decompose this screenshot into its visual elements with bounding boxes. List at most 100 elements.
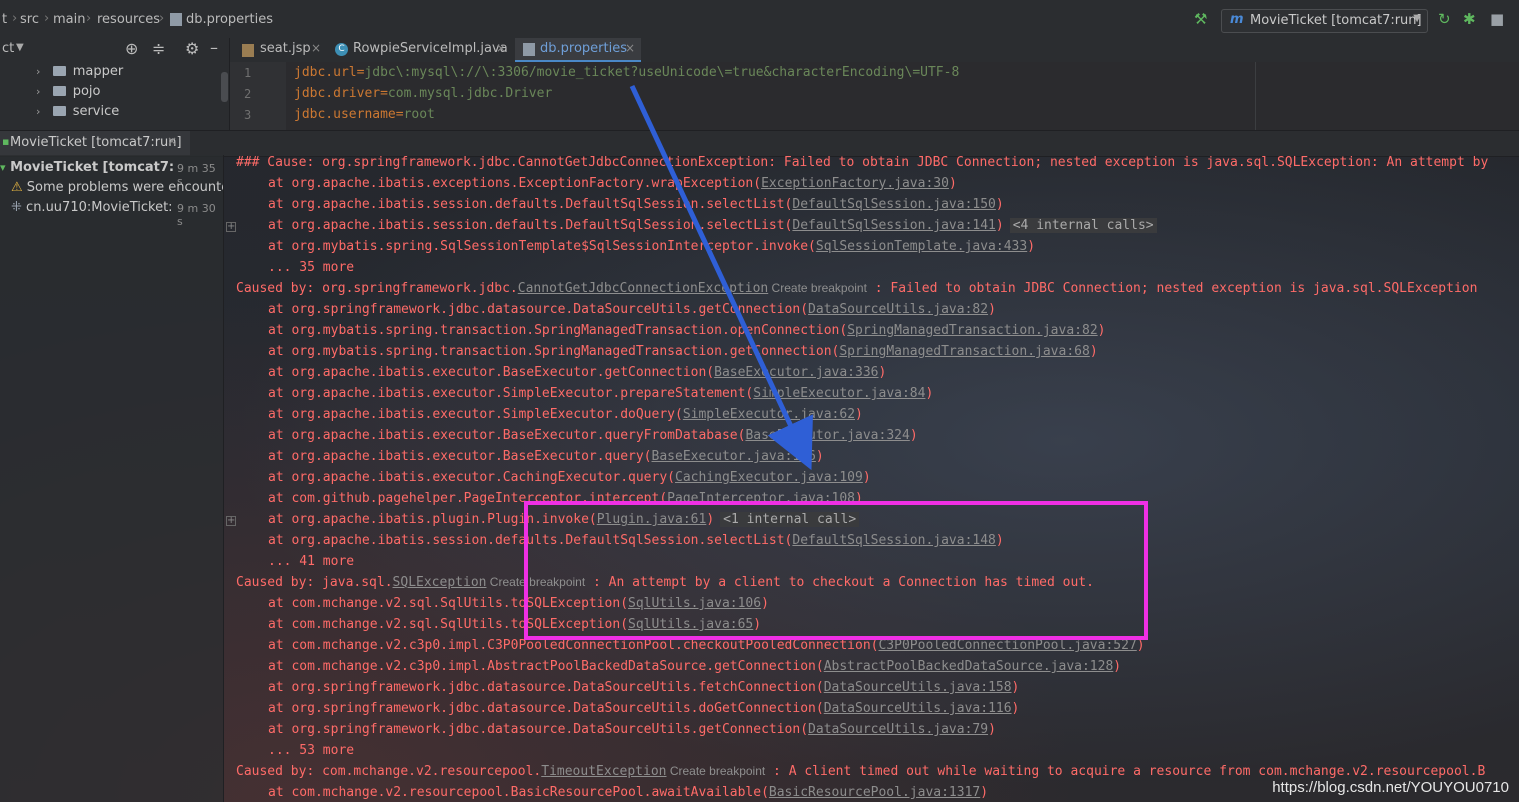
- close-icon[interactable]: ×: [167, 134, 177, 148]
- stacktrace-link[interactable]: BasicResourcePool.java:1317: [769, 785, 980, 800]
- internal-calls-fold[interactable]: <4 internal calls>: [1009, 218, 1157, 233]
- console-text: at org.apache.ibatis.session.defaults.De…: [268, 218, 793, 233]
- folder-icon: [52, 86, 66, 96]
- locate-crosshair-icon[interactable]: ⊕: [125, 39, 138, 58]
- stacktrace-link[interactable]: SQLException: [393, 575, 487, 590]
- console-line: at com.mchange.v2.c3p0.impl.AbstractPool…: [268, 659, 1121, 674]
- console-line: Caused by: org.springframework.jdbc.Cann…: [236, 281, 1477, 296]
- tab-db-properties[interactable]: db.properties ×: [515, 38, 641, 62]
- stacktrace-link[interactable]: C3P0PooledConnectionPool.java:527: [878, 638, 1136, 653]
- console-text: ): [909, 428, 918, 443]
- properties-file-icon: [523, 43, 535, 56]
- editor-tab-bar: ct ▼ ⊕ ≑ ⚙ – seat.jsp × C RowpieServiceI…: [0, 38, 1519, 63]
- stacktrace-link[interactable]: CachingExecutor.java:109: [675, 470, 863, 485]
- stacktrace-link[interactable]: ExceptionFactory.java:30: [761, 176, 949, 191]
- stacktrace-link[interactable]: AbstractPoolBackedDataSource.java:128: [824, 659, 1114, 674]
- console-output[interactable]: + + ### Cause: org.springframework.jdbc.…: [224, 155, 1519, 802]
- create-breakpoint-link[interactable]: Create breakpoint: [666, 764, 765, 778]
- run-config-icon: ▪: [2, 135, 10, 148]
- stacktrace-link[interactable]: SqlSessionTemplate.java:433: [816, 239, 1027, 254]
- build-tree-warning[interactable]: ⚠ Some problems were encountere: [11, 180, 223, 195]
- gear-icon[interactable]: ⚙: [185, 39, 199, 58]
- maven-icon: m: [1230, 12, 1244, 27]
- breadcrumb-item[interactable]: src: [20, 12, 39, 27]
- debug-bug-icon[interactable]: ✱: [1463, 10, 1476, 28]
- stacktrace-link[interactable]: DefaultSqlSession.java:150: [792, 197, 996, 212]
- stacktrace-link[interactable]: CannotGetJdbcConnectionException: [518, 281, 768, 296]
- close-icon[interactable]: ×: [496, 41, 506, 55]
- code-editor[interactable]: 1 2 3 jdbc.url=jdbc\:mysql\://\:3306/mov…: [230, 62, 1519, 130]
- console-text: ... 41 more: [268, 554, 355, 569]
- chevron-right-icon: ›: [36, 65, 41, 78]
- console-text: at org.mybatis.spring.SqlSessionTemplate…: [268, 239, 816, 254]
- loading-spinner-icon: ⁜: [11, 200, 22, 215]
- run-tool-window-header: ▪ MovieTicket [tomcat7:run] ×: [0, 130, 1519, 157]
- tree-scrollbar[interactable]: [221, 72, 228, 102]
- console-line: at org.springframework.jdbc.datasource.D…: [268, 302, 996, 317]
- tab-seat-jsp[interactable]: seat.jsp ×: [240, 38, 326, 62]
- stacktrace-link[interactable]: DataSourceUtils.java:158: [824, 680, 1012, 695]
- tab-rowpie-service-impl[interactable]: C RowpieServiceImpl.java ×: [333, 38, 513, 62]
- console-text: ): [1011, 680, 1020, 695]
- console-text: ): [1097, 323, 1106, 338]
- code-line: jdbc.driver=com.mysql.jdbc.Driver: [294, 86, 553, 101]
- chevron-down-icon: ▼: [1413, 13, 1421, 24]
- close-icon[interactable]: ×: [311, 41, 321, 55]
- code-line: jdbc.url=jdbc\:mysql\://\:3306/movie_tic…: [294, 65, 960, 80]
- stacktrace-link[interactable]: SimpleExecutor.java:84: [753, 386, 925, 401]
- close-icon[interactable]: ×: [625, 41, 635, 55]
- console-line: at org.apache.ibatis.executor.SimpleExec…: [268, 386, 933, 401]
- build-tree-artifact[interactable]: ⁜ cn.uu710:MovieTicket:war: [11, 200, 173, 215]
- breadcrumb-item[interactable]: resources: [97, 12, 160, 27]
- console-text: at org.apache.ibatis.session.defaults.De…: [268, 197, 793, 212]
- stacktrace-link[interactable]: SpringManagedTransaction.java:68: [839, 344, 1089, 359]
- console-text: ): [862, 470, 871, 485]
- breadcrumb-file[interactable]: db.properties: [186, 12, 273, 27]
- stacktrace-link[interactable]: DefaultSqlSession.java:141: [792, 218, 996, 233]
- chevron-right-icon: ›: [159, 11, 165, 26]
- console-text: ): [1011, 701, 1020, 716]
- stacktrace-link[interactable]: BaseExecutor.java:336: [714, 365, 878, 380]
- stacktrace-link[interactable]: BaseExecutor.java:324: [745, 428, 909, 443]
- chevron-right-icon: ›: [12, 11, 18, 26]
- console-line: at org.springframework.jdbc.datasource.D…: [268, 722, 996, 737]
- chevron-down-icon[interactable]: ▼: [16, 42, 24, 53]
- console-text: ): [995, 197, 1004, 212]
- chevron-right-icon: ›: [36, 105, 41, 118]
- run-tab[interactable]: ▪ MovieTicket [tomcat7:run] ×: [0, 131, 190, 156]
- expand-fold-icon[interactable]: +: [226, 222, 236, 232]
- console-text: at org.apache.ibatis.executor.BaseExecut…: [268, 365, 715, 380]
- tree-item-service[interactable]: › service: [36, 104, 119, 119]
- minimize-icon[interactable]: –: [210, 38, 218, 57]
- stacktrace-link[interactable]: SpringManagedTransaction.java:82: [847, 323, 1097, 338]
- line-number-gutter: 1 2 3: [230, 62, 286, 130]
- console-line: ... 35 more: [268, 260, 354, 275]
- console-line: at org.springframework.jdbc.datasource.D…: [268, 680, 1019, 695]
- console-line: ... 41 more: [268, 554, 354, 569]
- build-tree-root[interactable]: ▾ MovieTicket [tomcat7:run]: [0, 160, 175, 175]
- console-line: at org.apache.ibatis.session.defaults.De…: [268, 218, 1157, 233]
- tree-item-pojo[interactable]: › pojo: [36, 84, 100, 99]
- tree-item-mapper[interactable]: › mapper: [36, 64, 123, 79]
- console-line: at org.springframework.jdbc.datasource.D…: [268, 701, 1019, 716]
- stacktrace-link[interactable]: TimeoutException: [541, 764, 666, 779]
- rerun-icon[interactable]: ↻: [1438, 10, 1451, 28]
- collapse-all-icon[interactable]: ≑: [152, 39, 165, 58]
- stacktrace-link[interactable]: BaseExecutor.java:156: [652, 449, 816, 464]
- console-text: ### Cause: org.springframework.jdbc.Cann…: [236, 155, 1489, 170]
- expand-fold-icon[interactable]: +: [226, 516, 236, 526]
- folder-icon: [52, 66, 66, 76]
- stacktrace-link[interactable]: DataSourceUtils.java:79: [808, 722, 988, 737]
- stacktrace-link[interactable]: SimpleExecutor.java:62: [683, 407, 855, 422]
- console-text: ): [988, 302, 996, 317]
- run-configuration-selector[interactable]: m MovieTicket [tomcat7:run] ▼: [1221, 9, 1428, 33]
- create-breakpoint-link[interactable]: Create breakpoint: [768, 281, 867, 295]
- breadcrumb-item[interactable]: main: [53, 12, 85, 27]
- stop-icon[interactable]: ■: [1490, 10, 1504, 28]
- stacktrace-link[interactable]: DataSourceUtils.java:116: [824, 701, 1012, 716]
- stacktrace-link[interactable]: DataSourceUtils.java:82: [808, 302, 988, 317]
- breadcrumb-root[interactable]: t: [2, 12, 7, 27]
- hammer-build-icon[interactable]: ⚒: [1194, 10, 1207, 28]
- console-text: at org.apache.ibatis.exceptions.Exceptio…: [268, 176, 762, 191]
- console-text: at com.mchange.v2.c3p0.impl.AbstractPool…: [268, 659, 824, 674]
